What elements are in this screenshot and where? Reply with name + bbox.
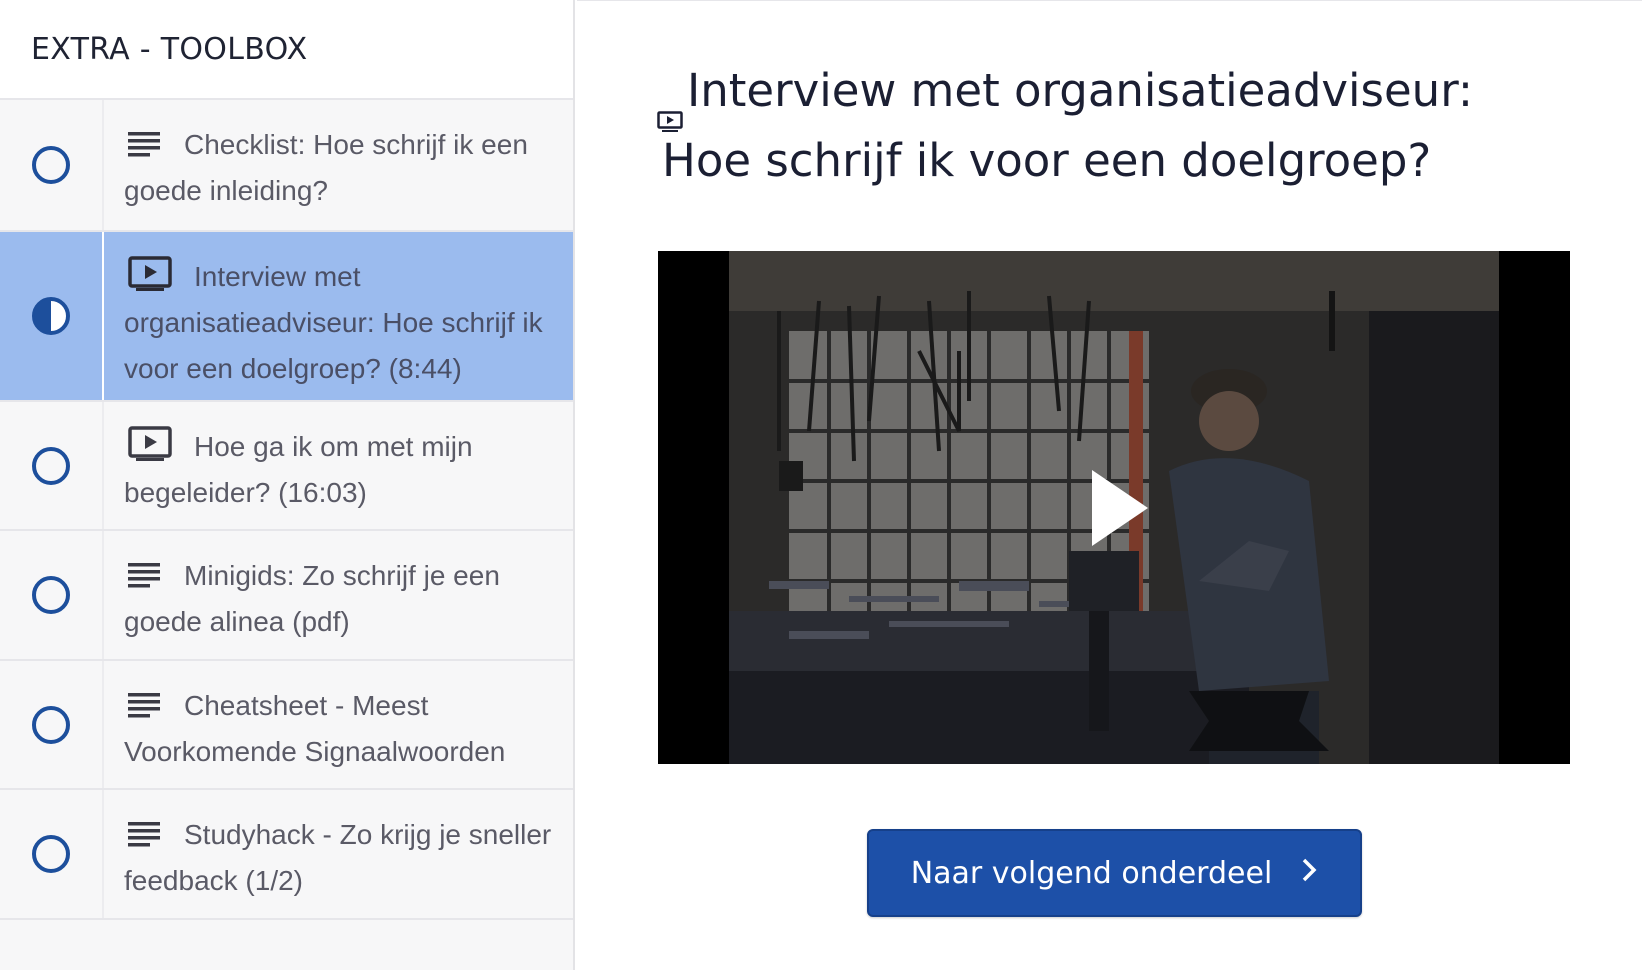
lesson-label: Studyhack - Zo krijg je sneller feedback…: [124, 819, 552, 896]
video-icon: [128, 426, 172, 462]
status-not-started-icon: [0, 661, 104, 788]
lesson-label: Checklist: Hoe schrijf ik een goede inle…: [124, 129, 528, 206]
status-not-started-icon: [0, 790, 104, 918]
lesson-label: Hoe ga ik om met mijn begeleider? (16:03…: [104, 402, 573, 529]
section-title: EXTRA - TOOLBOX: [0, 0, 573, 100]
status-in-progress-icon: [0, 232, 104, 400]
play-button[interactable]: [1064, 458, 1164, 558]
text-lines-icon: [128, 820, 162, 850]
video-icon: [128, 256, 172, 292]
next-lecture-button[interactable]: Naar volgend onderdeel: [867, 829, 1362, 917]
chevron-right-icon: [1300, 856, 1318, 891]
status-not-started-icon: [0, 100, 104, 230]
lesson-item-minigids[interactable]: Minigids: Zo schrijf je een goede alinea…: [0, 531, 573, 661]
lesson-item-checklist-inleiding[interactable]: Checklist: Hoe schrijf ik een goede inle…: [0, 100, 573, 232]
lesson-item-interview-doelgroep[interactable]: Interview met organisatieadviseur: Hoe s…: [0, 232, 573, 402]
lecture-main: Interview met organisatieadviseur: Hoe s…: [577, 0, 1642, 970]
lesson-item-begeleider[interactable]: Hoe ga ik om met mijn begeleider? (16:03…: [0, 402, 573, 531]
lesson-item-studyhack[interactable]: Studyhack - Zo krijg je sneller feedback…: [0, 790, 573, 920]
video-player[interactable]: [658, 251, 1570, 764]
lesson-label: Cheatsheet - Meest Voorkomende Signaalwo…: [124, 690, 506, 767]
status-not-started-icon: [0, 402, 104, 529]
lesson-label: Minigids: Zo schrijf je een goede alinea…: [124, 560, 500, 637]
lesson-item-cheatsheet[interactable]: Cheatsheet - Meest Voorkomende Signaalwo…: [0, 661, 573, 790]
status-not-started-icon: [0, 531, 104, 659]
text-lines-icon: [128, 561, 162, 591]
course-sidebar: EXTRA - TOOLBOX Checklist: Hoe schrijf i…: [0, 0, 575, 970]
lecture-title: Interview met organisatieadviseur: Hoe s…: [662, 64, 1474, 187]
lesson-label: Interview met organisatieadviseur: Hoe s…: [104, 232, 573, 400]
play-icon: [1092, 469, 1148, 546]
lesson-item-partial[interactable]: [0, 920, 573, 970]
text-lines-icon: [128, 691, 162, 721]
text-lines-icon: [128, 130, 162, 160]
